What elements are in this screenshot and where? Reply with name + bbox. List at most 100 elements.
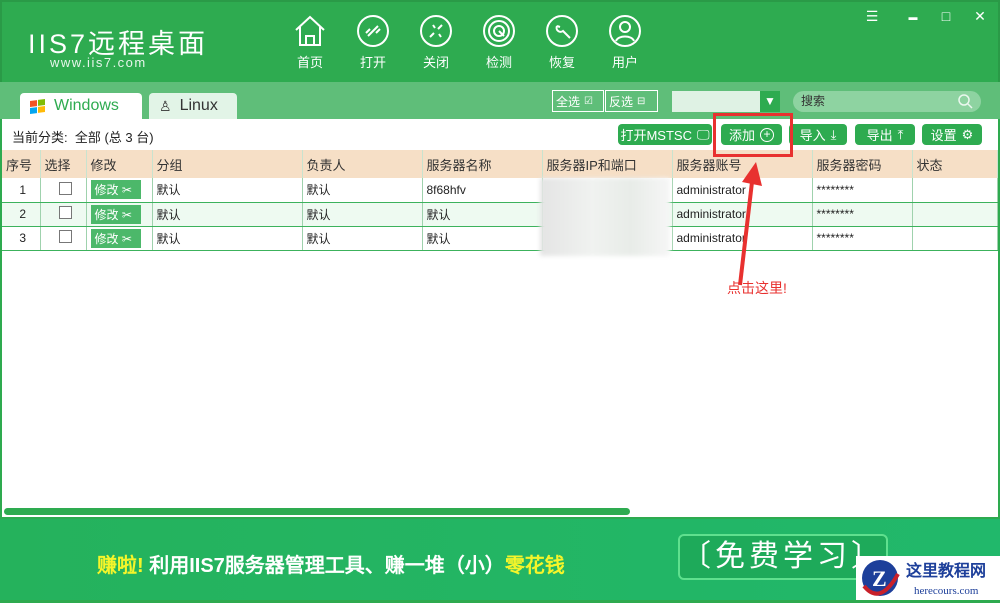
nav-detect[interactable]: 检测 <box>474 14 524 71</box>
download-icon: ⤓ <box>830 126 837 142</box>
column-header[interactable]: 分组 <box>152 150 303 178</box>
tab-linux[interactable]: ♙ Linux <box>149 93 237 119</box>
import-button[interactable]: 导入 ⤓ <box>789 124 847 145</box>
horizontal-scrollbar[interactable] <box>4 508 630 515</box>
row-status <box>912 202 998 227</box>
row-server-name: 默认 <box>422 202 543 227</box>
nav-label: 打开 <box>359 55 386 70</box>
category-value: 全部 (总 3 台) <box>74 130 154 145</box>
row-group: 默认 <box>152 226 303 251</box>
label: 反选 <box>609 94 634 109</box>
edit-button[interactable]: 修改 ✂ <box>90 228 141 248</box>
maximize-button[interactable]: □ <box>936 8 956 24</box>
user-icon <box>609 15 641 47</box>
table-row[interactable]: 1 修改 ✂ 默认 默认 8f68hfv administrator *****… <box>2 178 998 203</box>
tab-windows[interactable]: Windows <box>20 93 142 119</box>
column-header[interactable]: 服务器名称 <box>422 150 543 178</box>
close-button[interactable]: ✕ <box>970 8 990 25</box>
radar-icon <box>483 15 515 47</box>
banner-text: 赚啦! 利用IIS7服务器管理工具、赚一堆（小）零花钱 <box>97 549 565 578</box>
open-mstsc-button[interactable]: 打开MSTSC 🖵 <box>618 124 712 145</box>
nav-open[interactable]: 打开 <box>348 14 398 71</box>
annotation-text: 点击这里! <box>727 280 787 296</box>
row-select <box>40 178 87 203</box>
export-button[interactable]: 导出 ⤒ <box>855 124 915 145</box>
invert-select-button[interactable]: 反选 ⊟ <box>605 90 658 112</box>
column-header[interactable]: 修改 <box>86 150 153 178</box>
column-header[interactable]: 服务器密码 <box>812 150 913 178</box>
column-header[interactable]: 状态 <box>912 150 998 178</box>
row-status <box>912 226 998 251</box>
select-all-button[interactable]: 全选 ☑ <box>552 90 604 112</box>
banner-p1: 赚啦! <box>97 555 144 577</box>
search-placeholder: 搜索 <box>801 94 826 108</box>
nav-restore[interactable]: 恢复 <box>537 14 587 71</box>
tab-label: Windows <box>54 97 119 114</box>
chevron-down-icon: ▼ <box>760 91 780 112</box>
row-owner: 默认 <box>302 226 423 251</box>
banner-p3: 零花钱 <box>504 555 565 577</box>
category-label: 当前分类: <box>12 130 68 145</box>
server-table: 序号 选择 修改 分组 负责人 服务器名称 服务器IP和端口 服务器账号 服务器密码 状态 1 修… <box>2 150 998 251</box>
row-status <box>912 178 998 203</box>
column-header[interactable]: 负责人 <box>302 150 423 178</box>
nav-home[interactable]: 首页 <box>285 14 335 71</box>
nav-label: 恢复 <box>548 55 575 70</box>
row-password: ******** <box>812 202 913 227</box>
svg-text:herecours.com: herecours.com <box>914 585 979 597</box>
row-checkbox[interactable] <box>58 206 72 219</box>
nav-user[interactable]: 用户 <box>600 14 650 71</box>
row-select <box>40 226 87 251</box>
tab-label: Linux <box>179 97 218 114</box>
label: 导出 <box>866 128 893 143</box>
search-icon[interactable] <box>958 94 973 109</box>
column-header[interactable]: 序号 <box>2 150 41 178</box>
home-icon <box>295 15 325 46</box>
unlink-icon <box>420 15 452 47</box>
annotation-arrow <box>738 162 762 286</box>
monitor-icon: 🖵 <box>696 126 710 142</box>
search-input[interactable]: 搜索 <box>793 91 981 112</box>
linux-icon: ♙ <box>159 97 172 114</box>
annotation-highlight <box>713 113 793 157</box>
link-icon <box>357 15 389 47</box>
row-checkbox[interactable] <box>58 181 72 195</box>
edit-button[interactable]: 修改 ✂ <box>90 180 141 200</box>
row-password: ******** <box>812 178 913 203</box>
upload-icon: ⤒ <box>897 126 904 142</box>
minimize-button[interactable]: ▬ <box>903 12 923 22</box>
gear-icon: ⚙ <box>961 126 974 142</box>
column-header[interactable]: 服务器IP和端口 <box>542 150 673 178</box>
row-server-name: 默认 <box>422 226 543 251</box>
nav-label: 首页 <box>296 55 323 70</box>
table-row[interactable]: 3 修改 ✂ 默认 默认 默认 administrator ******** <box>2 226 998 251</box>
nav-label: 用户 <box>611 55 638 70</box>
edit-label: 修改 <box>94 183 119 198</box>
row-number: 1 <box>2 178 41 203</box>
category-dropdown[interactable]: ▼ <box>672 91 780 112</box>
nav-label: 关闭 <box>422 55 449 70</box>
table-row[interactable]: 2 修改 ✂ 默认 默认 默认 administrator ******** <box>2 202 998 227</box>
windows-icon <box>30 98 45 114</box>
app-url: www.iis7.com <box>50 55 147 70</box>
label: 全选 <box>556 94 581 109</box>
edit-button[interactable]: 修改 ✂ <box>90 204 141 224</box>
row-owner: 默认 <box>302 178 423 203</box>
row-number: 2 <box>2 202 41 227</box>
row-password: ******** <box>812 226 913 251</box>
label: 打开MSTSC <box>620 128 692 143</box>
nav-close[interactable]: 关闭 <box>411 14 461 71</box>
row-checkbox[interactable] <box>58 230 72 243</box>
row-group: 默认 <box>152 202 303 227</box>
tools-icon: ✂ <box>121 207 132 222</box>
column-header[interactable]: 选择 <box>40 150 87 178</box>
settings-button[interactable]: 设置 ⚙ <box>922 124 982 145</box>
table-header: 序号 选择 修改 分组 负责人 服务器名称 服务器IP和端口 服务器账号 服务器密码 状态 <box>2 150 998 178</box>
tools-icon: ✂ <box>121 231 132 246</box>
row-edit: 修改 ✂ <box>86 226 153 251</box>
menu-button[interactable]: ☰ <box>862 8 882 25</box>
svg-text:Z: Z <box>872 566 887 591</box>
edit-label: 修改 <box>94 207 119 222</box>
row-owner: 默认 <box>302 202 423 227</box>
row-select <box>40 202 87 227</box>
